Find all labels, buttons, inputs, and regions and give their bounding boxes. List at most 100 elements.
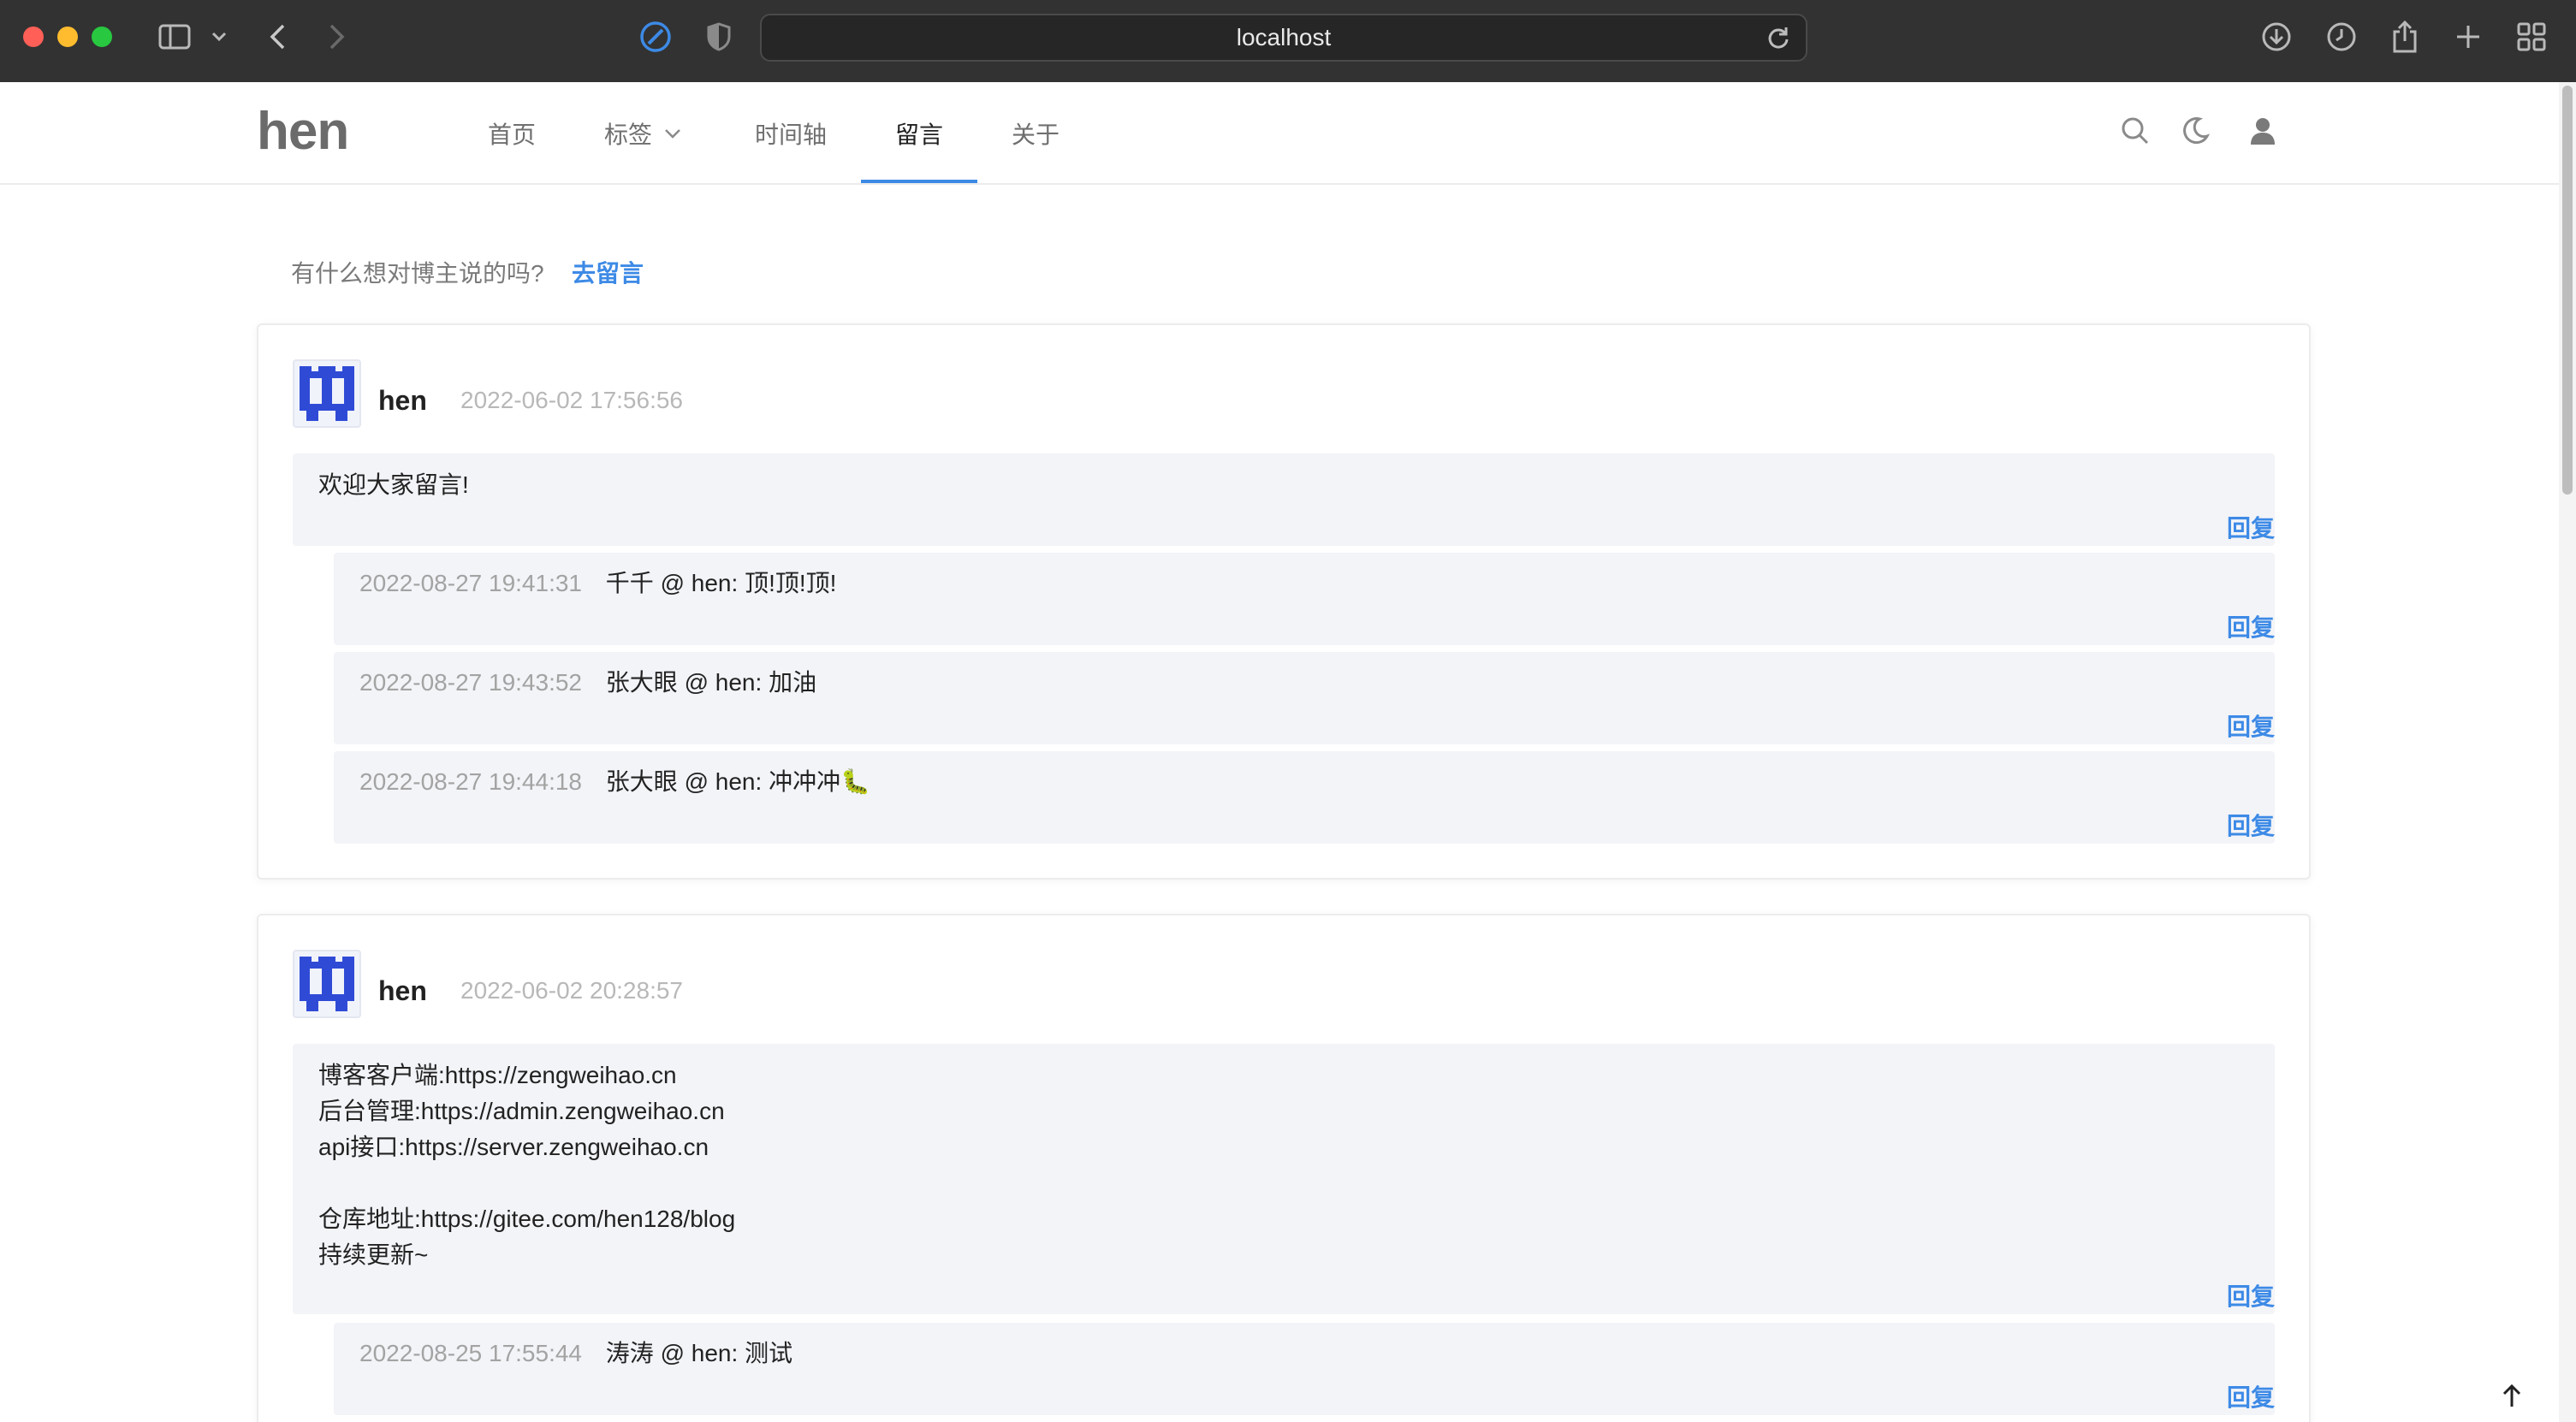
message-body: 博客客户端:https://zengweihao.cn 后台管理:https:/… bbox=[293, 1044, 2275, 1314]
leave-message-link[interactable]: 去留言 bbox=[572, 255, 644, 289]
scrollbar-thumb[interactable] bbox=[2562, 86, 2573, 495]
sidebar-icon bbox=[158, 24, 191, 50]
reply-to: hen bbox=[691, 570, 732, 596]
avatar[interactable] bbox=[293, 950, 361, 1018]
share-icon bbox=[2393, 20, 2417, 53]
reload-icon bbox=[1768, 27, 1789, 49]
sidebar-toggle-button[interactable] bbox=[154, 15, 195, 58]
reply-item: 2022-08-27 19:43:52 张大眼 @ hen: 加油 回复 bbox=[334, 652, 2275, 744]
reply-line: 2022-08-27 19:43:52 张大眼 @ hen: 加油 bbox=[359, 664, 816, 698]
reply-content: 冲冲冲 bbox=[769, 768, 841, 795]
message-card: hen 2022-06-02 20:28:57 博客客户端:https://ze… bbox=[257, 914, 2311, 1422]
message-content: 博客客户端:https://zengweihao.cn 后台管理:https:/… bbox=[318, 1062, 736, 1268]
history-button[interactable] bbox=[2324, 15, 2359, 58]
reply-at-sign: @ bbox=[660, 1340, 691, 1366]
dark-mode-toggle[interactable] bbox=[2182, 116, 2211, 150]
new-tab-button[interactable] bbox=[2451, 15, 2485, 58]
user-menu-button[interactable] bbox=[2249, 116, 2276, 150]
plus-icon bbox=[2457, 26, 2479, 48]
sidebar-menu-button[interactable] bbox=[209, 15, 229, 58]
nav-timeline[interactable]: 时间轴 bbox=[755, 82, 827, 185]
arrow-up-icon bbox=[2502, 1383, 2521, 1407]
reply-content: 顶!顶!顶! bbox=[745, 570, 837, 596]
maximize-window-button[interactable] bbox=[92, 27, 112, 47]
reply-button[interactable]: 回复 bbox=[2227, 510, 2275, 544]
reply-content: 加油 bbox=[769, 669, 817, 696]
message-content: 欢迎大家留言! bbox=[318, 471, 469, 498]
avatar[interactable] bbox=[293, 359, 361, 428]
reply-line: 2022-08-25 17:55:44 涛涛 @ hen: 测试 bbox=[359, 1335, 792, 1369]
extension-button[interactable] bbox=[637, 15, 674, 58]
nav-tags[interactable]: 标签 bbox=[604, 82, 681, 185]
chevron-right-icon bbox=[329, 24, 345, 50]
avatar-image bbox=[300, 366, 354, 421]
back-button[interactable] bbox=[262, 15, 293, 58]
reply-colon: : bbox=[755, 768, 763, 795]
reply-at-sign: @ bbox=[684, 669, 715, 696]
site-logo[interactable]: hen bbox=[257, 101, 349, 162]
reply-time: 2022-08-27 19:43:52 bbox=[359, 669, 582, 696]
forward-button[interactable] bbox=[322, 15, 353, 58]
reply-time: 2022-08-25 17:55:44 bbox=[359, 1340, 582, 1366]
reply-from: 千千 bbox=[605, 570, 654, 596]
reply-to: hen bbox=[691, 1340, 732, 1366]
reply-colon: : bbox=[731, 1340, 739, 1366]
reload-button[interactable] bbox=[1766, 26, 1790, 54]
reply-colon: : bbox=[731, 570, 739, 596]
shield-icon bbox=[707, 22, 731, 51]
nav-guestbook[interactable]: 留言 bbox=[895, 82, 943, 185]
reply-button[interactable]: 回复 bbox=[2227, 1278, 2275, 1312]
message-card: hen 2022-06-02 17:56:56 欢迎大家留言! 回复 2022-… bbox=[257, 323, 2311, 880]
reply-from: 张大眼 bbox=[605, 768, 678, 795]
message-author: hen bbox=[378, 385, 427, 416]
user-icon bbox=[2251, 118, 2275, 145]
nav-tags-label: 标签 bbox=[604, 121, 653, 148]
reply-button[interactable]: 回复 bbox=[2227, 808, 2275, 842]
search-icon bbox=[2122, 117, 2149, 145]
search-button[interactable] bbox=[2121, 116, 2150, 150]
url-text[interactable]: localhost bbox=[762, 15, 1806, 60]
tab-overview-button[interactable] bbox=[2513, 15, 2550, 58]
chevron-left-icon bbox=[270, 24, 285, 50]
chevron-down-icon bbox=[211, 32, 227, 42]
reply-button[interactable]: 回复 bbox=[2227, 708, 2275, 743]
reply-item: 2022-08-25 17:55:44 涛涛 @ hen: 测试 回复 bbox=[334, 1323, 2275, 1415]
reply-content: 测试 bbox=[745, 1340, 793, 1366]
moon-icon bbox=[2183, 117, 2211, 145]
close-window-button[interactable] bbox=[23, 27, 44, 47]
reply-to: hen bbox=[715, 669, 756, 696]
address-bar[interactable]: localhost bbox=[760, 14, 1807, 62]
nav-home[interactable]: 首页 bbox=[488, 82, 536, 185]
reply-line: 2022-08-27 19:41:31 千千 @ hen: 顶!顶!顶! bbox=[359, 565, 836, 599]
reply-from: 张大眼 bbox=[605, 669, 678, 696]
reply-at-sign: @ bbox=[660, 570, 691, 596]
browser-toolbar: localhost bbox=[0, 0, 2576, 82]
avatar-image bbox=[300, 957, 354, 1011]
message-time: 2022-06-02 17:56:56 bbox=[460, 387, 683, 413]
message-body: 欢迎大家留言! 回复 bbox=[293, 453, 2275, 546]
caterpillar-emoji: 🐛 bbox=[840, 768, 870, 795]
reply-item: 2022-08-27 19:41:31 千千 @ hen: 顶!顶!顶! 回复 bbox=[334, 553, 2275, 645]
privacy-report-button[interactable] bbox=[702, 15, 736, 58]
grid-icon bbox=[2517, 22, 2546, 51]
guestbook-prompt: 有什么想对博主说的吗? bbox=[291, 260, 544, 287]
reply-time: 2022-08-27 19:44:18 bbox=[359, 768, 582, 795]
message-time: 2022-06-02 20:28:57 bbox=[460, 977, 683, 1004]
reply-line: 2022-08-27 19:44:18 张大眼 @ hen: 冲冲冲🐛 bbox=[359, 763, 870, 797]
clock-icon bbox=[2327, 22, 2356, 51]
reply-time: 2022-08-27 19:41:31 bbox=[359, 570, 582, 596]
reply-button[interactable]: 回复 bbox=[2227, 1379, 2275, 1413]
reply-colon: : bbox=[755, 669, 763, 696]
reply-from: 涛涛 bbox=[605, 1340, 654, 1366]
download-icon bbox=[2262, 22, 2291, 51]
site-header: hen 首页 标签 时间轴 留言 关于 bbox=[0, 82, 2559, 185]
nav-about[interactable]: 关于 bbox=[1012, 82, 1059, 185]
compass-icon bbox=[640, 21, 671, 52]
back-to-top-button[interactable] bbox=[2501, 1383, 2523, 1413]
nav-active-indicator bbox=[861, 180, 977, 183]
reply-at-sign: @ bbox=[684, 768, 715, 795]
minimize-window-button[interactable] bbox=[57, 27, 78, 47]
downloads-button[interactable] bbox=[2259, 15, 2294, 58]
reply-button[interactable]: 回复 bbox=[2227, 609, 2275, 643]
share-button[interactable] bbox=[2388, 15, 2422, 58]
